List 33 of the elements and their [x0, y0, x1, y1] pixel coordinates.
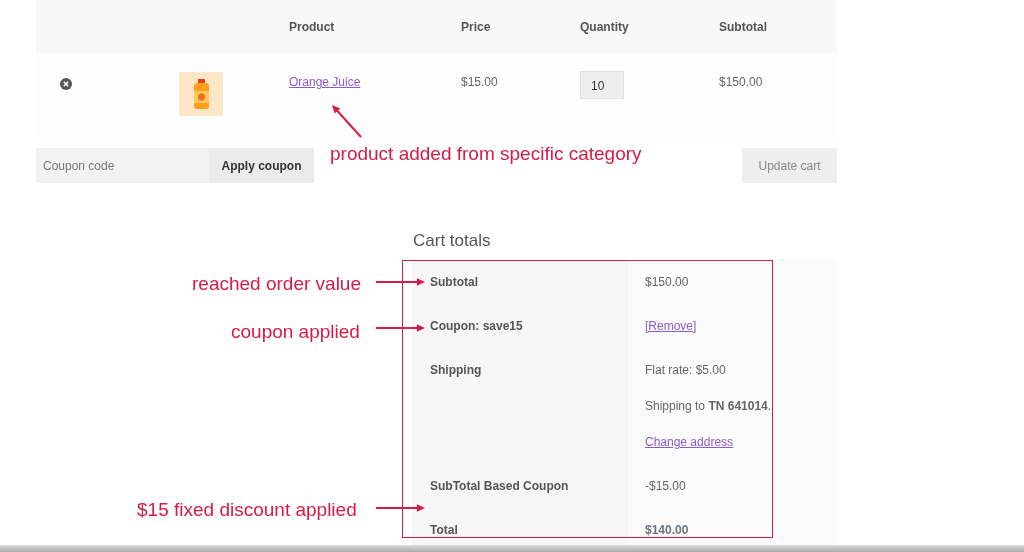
row-label: SubTotal Based Coupon	[412, 464, 628, 508]
column-header: Quantity	[580, 19, 629, 34]
annotation-text: $15 fixed discount applied	[137, 498, 357, 522]
row-label: Subtotal	[412, 260, 628, 304]
annotation-text: coupon applied	[231, 320, 360, 344]
remove-coupon-link[interactable]: [Remove]	[645, 319, 697, 333]
product-link[interactable]: Orange Juice	[289, 75, 361, 89]
shipping-text: Shipping to TN 641014.	[645, 398, 773, 415]
column-header: Price	[461, 19, 491, 34]
annotation-arrow	[375, 504, 425, 512]
row-label: Coupon: save15	[412, 304, 628, 348]
annotation-arrow	[375, 278, 425, 286]
juice-bottle-icon	[179, 72, 223, 116]
annotation-text: product added from specific category	[330, 142, 642, 166]
annotation-text: reached order value	[192, 272, 361, 296]
apply-coupon-button[interactable]: Apply coupon	[209, 148, 314, 183]
subtotal-text: $150.00	[719, 75, 763, 89]
quantity-field[interactable]: 10	[580, 71, 624, 99]
annotation-arrow	[332, 105, 362, 138]
shipping-text: Flat rate: $5.00	[645, 362, 727, 379]
change-address-link[interactable]: Change address	[645, 435, 734, 449]
coupon-field[interactable]: Coupon code	[36, 148, 209, 183]
column-header: Product	[289, 19, 335, 34]
total-amount: $140.00	[645, 523, 689, 537]
amount-text: $150.00	[645, 275, 689, 289]
amount-text: -$15.00	[645, 479, 686, 493]
column-header: Subtotal	[719, 19, 767, 34]
price-text: $15.00	[461, 75, 498, 89]
section-title: Cart totals	[413, 230, 492, 252]
annotation-arrow	[375, 324, 425, 332]
remove-icon[interactable]	[60, 77, 72, 90]
update-cart-button[interactable]: Update cart	[742, 148, 837, 183]
row-label: Shipping	[412, 348, 628, 464]
